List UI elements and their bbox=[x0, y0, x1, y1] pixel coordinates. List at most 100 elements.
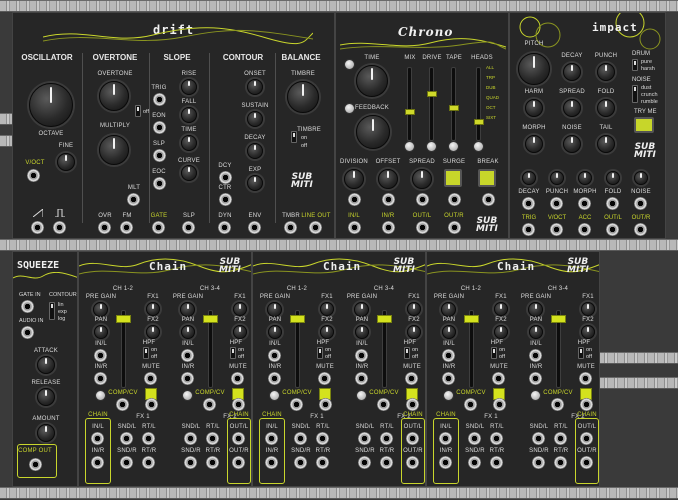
trig-jack[interactable] bbox=[522, 223, 535, 236]
tail-knob[interactable] bbox=[597, 135, 615, 153]
ctr-jack[interactable] bbox=[219, 193, 232, 206]
spread-knob[interactable] bbox=[412, 169, 432, 189]
trig-jack[interactable] bbox=[153, 93, 166, 106]
try-me-button[interactable] bbox=[634, 117, 654, 133]
level-fader-cap[interactable] bbox=[116, 315, 131, 323]
comp-button[interactable] bbox=[530, 390, 541, 401]
feedback-button[interactable] bbox=[344, 103, 355, 114]
contour-switch[interactable] bbox=[49, 302, 55, 320]
ovr-jack[interactable] bbox=[98, 221, 111, 234]
chain-out-r-jack[interactable] bbox=[580, 456, 593, 469]
rtl-jack[interactable] bbox=[380, 432, 393, 445]
fx1-knob[interactable] bbox=[320, 302, 334, 316]
chain-in-r-jack[interactable] bbox=[91, 456, 104, 469]
sndr-jack[interactable] bbox=[294, 456, 307, 469]
fx-send-jack[interactable] bbox=[580, 398, 593, 411]
heads-fader-cap[interactable] bbox=[474, 119, 484, 125]
fold-knob[interactable] bbox=[597, 99, 615, 117]
in-l-jack[interactable] bbox=[348, 221, 361, 234]
harm-knob[interactable] bbox=[525, 99, 543, 117]
comp-button[interactable] bbox=[356, 390, 367, 401]
sndr-jack[interactable] bbox=[184, 456, 197, 469]
pre-gain-knob[interactable] bbox=[180, 302, 195, 317]
comp-button[interactable] bbox=[95, 390, 106, 401]
rtl-jack[interactable] bbox=[142, 432, 155, 445]
attack-knob[interactable] bbox=[37, 356, 55, 374]
tape-button[interactable] bbox=[448, 141, 459, 152]
square-out-jack[interactable] bbox=[53, 221, 66, 234]
in-l-jack[interactable] bbox=[355, 349, 368, 362]
surge-cv-jack[interactable] bbox=[448, 193, 461, 206]
in-r-jack[interactable] bbox=[181, 372, 194, 385]
mix-fader[interactable] bbox=[407, 67, 412, 141]
division-knob[interactable] bbox=[344, 169, 364, 189]
out-l-jack[interactable] bbox=[606, 223, 619, 236]
eon-jack[interactable] bbox=[153, 121, 166, 134]
amount-knob[interactable] bbox=[37, 424, 55, 442]
in-r-jack[interactable] bbox=[442, 372, 455, 385]
chain-in-r-jack[interactable] bbox=[265, 456, 278, 469]
surge-button[interactable] bbox=[444, 169, 462, 187]
voct-jack[interactable] bbox=[27, 169, 40, 182]
comp-button[interactable] bbox=[182, 390, 193, 401]
hpf-switch[interactable] bbox=[143, 347, 149, 359]
dcy-jack[interactable] bbox=[219, 171, 232, 184]
mix-button[interactable] bbox=[404, 141, 415, 152]
mix-fader-cap[interactable] bbox=[405, 109, 415, 115]
time-knob[interactable] bbox=[181, 135, 197, 151]
fx2-knob[interactable] bbox=[146, 325, 160, 339]
sndl-jack[interactable] bbox=[358, 432, 371, 445]
in-l-jack[interactable] bbox=[94, 349, 107, 362]
ramp-out-jack[interactable] bbox=[31, 221, 44, 234]
morph-knob[interactable] bbox=[525, 135, 543, 153]
comp-button[interactable] bbox=[269, 390, 280, 401]
pre-gain-knob[interactable] bbox=[441, 302, 456, 317]
fx1-knob[interactable] bbox=[407, 302, 421, 316]
chain-in-l-jack[interactable] bbox=[265, 432, 278, 445]
noise-knob[interactable] bbox=[563, 135, 581, 153]
in-r-jack[interactable] bbox=[268, 372, 281, 385]
mute-jack[interactable] bbox=[405, 372, 418, 385]
hpf-switch[interactable] bbox=[578, 347, 584, 359]
mute-jack[interactable] bbox=[144, 372, 157, 385]
offset-knob[interactable] bbox=[378, 169, 398, 189]
hpf-switch[interactable] bbox=[491, 347, 497, 359]
fx-send-jack[interactable] bbox=[493, 398, 506, 411]
punch-knob[interactable] bbox=[597, 63, 615, 81]
rtr-jack[interactable] bbox=[554, 456, 567, 469]
in-r-jack[interactable] bbox=[355, 372, 368, 385]
fx1-knob[interactable] bbox=[494, 302, 508, 316]
fm-jack[interactable] bbox=[120, 221, 133, 234]
rtl-jack[interactable] bbox=[490, 432, 503, 445]
level-fader-cap[interactable] bbox=[464, 315, 479, 323]
sndl-jack[interactable] bbox=[532, 432, 545, 445]
punch-cv-jack[interactable] bbox=[550, 197, 563, 210]
pitch-knob[interactable] bbox=[518, 53, 550, 85]
rise-knob[interactable] bbox=[181, 79, 197, 95]
pan-knob[interactable] bbox=[529, 325, 543, 339]
rtr-jack[interactable] bbox=[380, 456, 393, 469]
octave-knob[interactable] bbox=[29, 83, 73, 127]
fold-cv-jack[interactable] bbox=[606, 197, 619, 210]
rtr-jack[interactable] bbox=[142, 456, 155, 469]
gate-jack[interactable] bbox=[152, 221, 165, 234]
overtone-knob[interactable] bbox=[99, 81, 129, 111]
voct-jack[interactable] bbox=[550, 223, 563, 236]
in-l-jack[interactable] bbox=[529, 349, 542, 362]
spread-knob[interactable] bbox=[563, 99, 581, 117]
mute-jack[interactable] bbox=[579, 372, 592, 385]
comp-cv-jack[interactable] bbox=[377, 398, 390, 411]
fall-knob[interactable] bbox=[181, 107, 197, 123]
comp-cv-jack[interactable] bbox=[464, 398, 477, 411]
comp-button[interactable] bbox=[443, 390, 454, 401]
pre-gain-knob[interactable] bbox=[93, 302, 108, 317]
noise-switch[interactable] bbox=[632, 85, 638, 103]
rtl-jack[interactable] bbox=[206, 432, 219, 445]
noise-cv-knob[interactable] bbox=[634, 171, 648, 185]
fx-send-jack[interactable] bbox=[232, 398, 245, 411]
in-r-jack[interactable] bbox=[529, 372, 542, 385]
drum-switch[interactable] bbox=[632, 59, 638, 71]
gate-in-jack[interactable] bbox=[21, 300, 34, 313]
decay-knob[interactable] bbox=[563, 63, 581, 81]
level-fader-cap[interactable] bbox=[551, 315, 566, 323]
